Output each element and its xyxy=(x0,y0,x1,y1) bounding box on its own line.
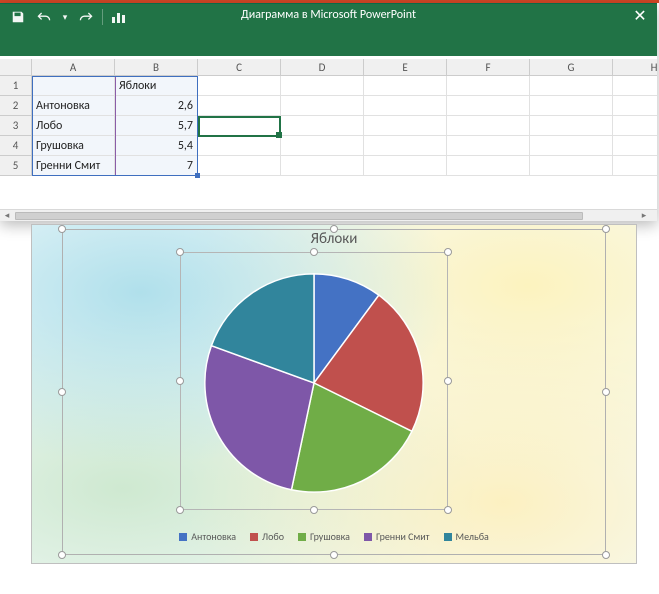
close-button[interactable]: ✕ xyxy=(629,6,651,26)
cell[interactable] xyxy=(447,136,530,156)
col-header[interactable]: B xyxy=(115,59,198,76)
chart-object-selection[interactable] xyxy=(62,229,606,555)
legend-item[interactable]: Лобо xyxy=(250,530,284,543)
undo-icon[interactable] xyxy=(34,8,54,26)
undo-dropdown-icon[interactable]: ▾ xyxy=(60,8,70,26)
cell[interactable] xyxy=(447,76,530,96)
spreadsheet[interactable]: A B C D E F G H I 1 2 3 4 5 Яблоки Ант xyxy=(0,59,657,209)
cells-grid[interactable]: Яблоки Антоновка 2,6 Лобо 5,7 Грушовка 5… xyxy=(32,76,657,176)
resize-handle[interactable] xyxy=(58,388,66,396)
legend-item[interactable]: Грушовка xyxy=(298,530,350,543)
resize-handle[interactable] xyxy=(58,551,66,559)
cell[interactable] xyxy=(281,136,364,156)
scroll-left-icon[interactable]: ◂ xyxy=(0,211,14,221)
cell-A1[interactable] xyxy=(32,76,115,96)
legend-item[interactable]: Гренни Смит xyxy=(364,530,430,543)
legend-label: Мельба xyxy=(456,530,489,543)
cell[interactable] xyxy=(364,76,447,96)
redo-icon[interactable] xyxy=(76,8,96,26)
cell[interactable] xyxy=(613,76,657,96)
legend-item[interactable]: Мельба xyxy=(444,530,489,543)
scroll-thumb[interactable] xyxy=(15,212,583,220)
row-headers: 1 2 3 4 5 xyxy=(0,76,32,176)
cell[interactable] xyxy=(281,96,364,116)
qat-separator xyxy=(102,9,103,25)
resize-handle[interactable] xyxy=(602,551,610,559)
col-header[interactable]: F xyxy=(447,59,530,76)
cell-B1[interactable]: Яблоки xyxy=(115,76,198,96)
legend-label: Лобо xyxy=(262,530,284,543)
legend-label: Гренни Смит xyxy=(376,530,430,543)
cell[interactable] xyxy=(613,96,657,116)
cell-A3[interactable]: Лобо xyxy=(32,116,115,136)
row-header[interactable]: 2 xyxy=(0,96,32,116)
cell[interactable] xyxy=(613,116,657,136)
legend-label: Грушовка xyxy=(310,530,350,543)
legend-swatch xyxy=(298,533,306,541)
col-header[interactable]: A xyxy=(32,59,115,76)
scroll-track[interactable] xyxy=(14,211,631,221)
col-header[interactable]: H xyxy=(613,59,657,76)
cell[interactable] xyxy=(364,96,447,116)
resize-handle[interactable] xyxy=(330,551,338,559)
save-icon[interactable] xyxy=(8,8,28,26)
cell[interactable] xyxy=(447,116,530,136)
resize-handle[interactable] xyxy=(58,225,66,233)
resize-handle[interactable] xyxy=(602,225,610,233)
column-headers: A B C D E F G H I xyxy=(32,59,657,76)
cell[interactable] xyxy=(447,96,530,116)
cell[interactable] xyxy=(530,76,613,96)
cell-C5[interactable] xyxy=(198,156,281,176)
cell[interactable] xyxy=(613,156,657,176)
cell[interactable] xyxy=(364,136,447,156)
resize-handle[interactable] xyxy=(602,388,610,396)
cell-A2[interactable]: Антоновка xyxy=(32,96,115,116)
horizontal-scrollbar[interactable]: ◂ ▸ xyxy=(0,209,657,221)
cell-B3[interactable]: 5,7 xyxy=(115,116,198,136)
cell-C1[interactable] xyxy=(198,76,281,96)
titlebar: ▾ Диаграмма в Microsoft PowerPoint ✕ xyxy=(0,4,657,56)
chart-data-window: ▾ Диаграмма в Microsoft PowerPoint ✕ A B… xyxy=(0,3,657,221)
col-header[interactable]: C xyxy=(198,59,281,76)
cell-A4[interactable]: Грушовка xyxy=(32,136,115,156)
cell[interactable] xyxy=(613,136,657,156)
cell[interactable] xyxy=(447,156,530,176)
quick-access-toolbar: ▾ xyxy=(0,4,137,30)
row-header[interactable]: 3 xyxy=(0,116,32,136)
cell[interactable] xyxy=(530,96,613,116)
cell-B5[interactable]: 7 xyxy=(115,156,198,176)
legend-swatch xyxy=(364,533,372,541)
cell-B2[interactable]: 2,6 xyxy=(115,96,198,116)
col-header[interactable]: D xyxy=(281,59,364,76)
cell[interactable] xyxy=(530,136,613,156)
chart-legend[interactable]: Антоновка Лобо Грушовка Гренни Смит Мель… xyxy=(62,530,606,543)
scroll-right-icon[interactable]: ▸ xyxy=(637,211,651,221)
legend-label: Антоновка xyxy=(191,530,236,543)
legend-swatch xyxy=(444,533,452,541)
cell[interactable] xyxy=(281,156,364,176)
resize-handle[interactable] xyxy=(330,225,338,233)
cell[interactable] xyxy=(530,156,613,176)
cell-C2[interactable] xyxy=(198,96,281,116)
cell[interactable] xyxy=(364,156,447,176)
legend-swatch xyxy=(250,533,258,541)
cell[interactable] xyxy=(364,116,447,136)
legend-item[interactable]: Антоновка xyxy=(179,530,236,543)
row-header[interactable]: 5 xyxy=(0,156,32,176)
cell-C3[interactable] xyxy=(198,116,281,136)
cell-C4[interactable] xyxy=(198,136,281,156)
row-header[interactable]: 4 xyxy=(0,136,32,156)
cell[interactable] xyxy=(281,116,364,136)
cell[interactable] xyxy=(530,116,613,136)
select-all-corner[interactable] xyxy=(0,59,32,76)
chart-icon[interactable] xyxy=(109,8,129,26)
col-header[interactable]: E xyxy=(364,59,447,76)
col-header[interactable]: G xyxy=(530,59,613,76)
row-header[interactable]: 1 xyxy=(0,76,32,96)
legend-swatch xyxy=(179,533,187,541)
cell-B4[interactable]: 5,4 xyxy=(115,136,198,156)
cell-A5[interactable]: Гренни Смит xyxy=(32,156,115,176)
cell[interactable] xyxy=(281,76,364,96)
